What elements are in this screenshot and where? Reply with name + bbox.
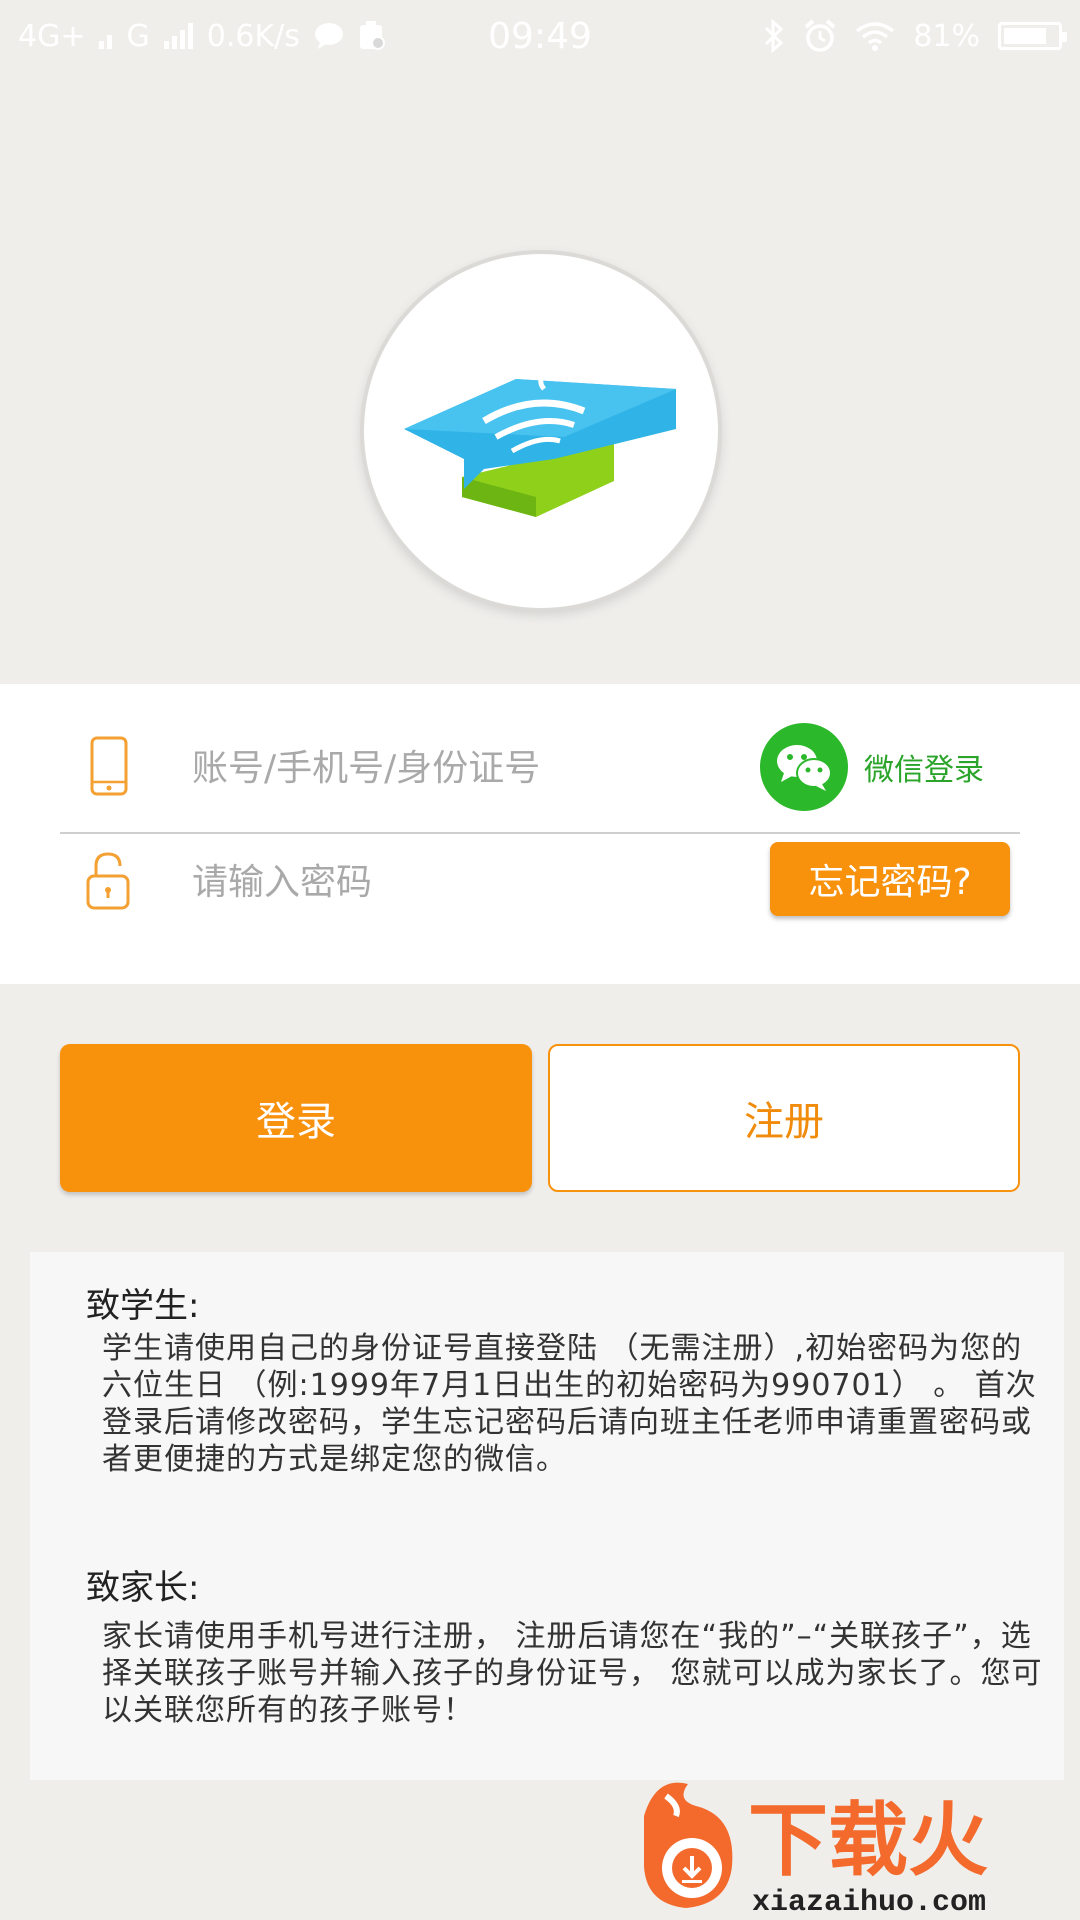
status-bar: 4G+ G 0.6K/s 09:49 81% — [0, 0, 1080, 74]
register-button[interactable]: 注册 — [548, 1044, 1020, 1192]
notice-box: 致学生: 学生请使用自己的身份证号直接登陆 （无需注册）,初始密码为您的六位生日… — [30, 1252, 1064, 1780]
watermark-url: xiazaihuo.com — [752, 1886, 986, 1920]
parent-notice-title: 致家长: — [86, 1568, 200, 1608]
watermark-brand: 下载火 — [748, 1796, 988, 1885]
bluetooth-icon — [765, 19, 784, 53]
password-input[interactable] — [190, 848, 674, 916]
parent-notice-text: 家长请使用手机号进行注册， 注册后请您在“我的”–“关联孩子”，选择关联孩子账号… — [102, 1619, 1043, 1728]
battery-percent: 81% — [913, 18, 980, 54]
account-row: 微信登录 — [60, 718, 1020, 816]
battery-icon — [998, 22, 1067, 50]
xiazaihuo-watermark: 下载火 xiazaihuo.com — [644, 1782, 988, 1920]
wechat-icon — [760, 723, 848, 811]
account-input[interactable] — [190, 734, 674, 802]
wechat-login-label: 微信登录 — [864, 753, 984, 788]
wechat-login-button[interactable]: 微信登录 — [760, 718, 984, 816]
battery-fill — [1004, 28, 1046, 44]
password-row: 忘记密码? — [60, 832, 1020, 930]
alarm-icon — [805, 19, 836, 52]
wifi-icon — [856, 22, 895, 51]
forgot-password-button[interactable]: 忘记密码? — [770, 842, 1010, 916]
student-notice-text: 学生请使用自己的身份证号直接登陆 （无需注册）,初始密码为您的六位生日 （例:1… — [102, 1331, 1037, 1477]
lock-icon — [86, 852, 130, 910]
student-notice-title: 致学生: — [86, 1286, 200, 1326]
app-logo — [364, 254, 718, 608]
status-right: 81% — [763, 18, 1067, 54]
phone-icon — [90, 736, 128, 796]
login-button[interactable]: 登录 — [60, 1044, 532, 1192]
graduation-cap-logo — [404, 363, 676, 517]
login-panel: 微信登录 忘记密码? — [0, 684, 1080, 984]
